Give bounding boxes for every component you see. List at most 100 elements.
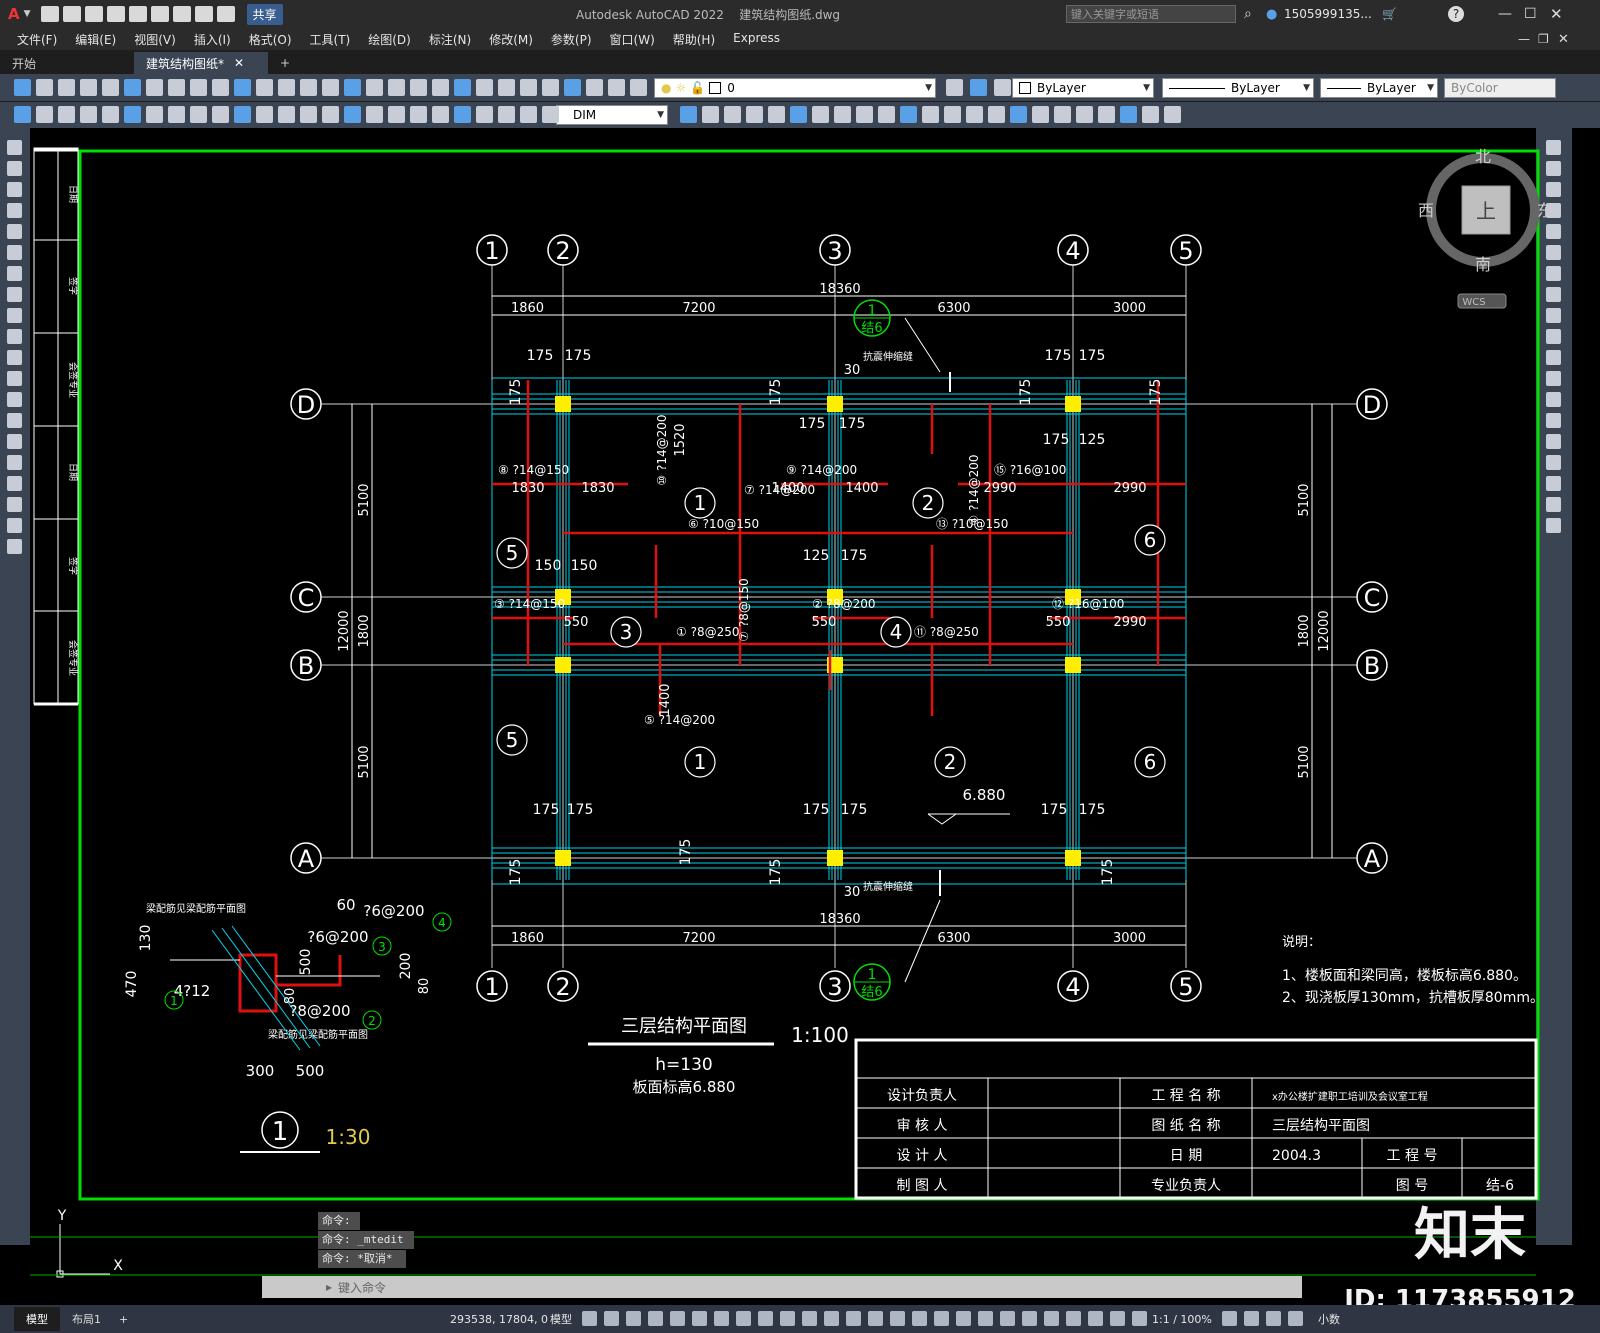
status-toggle-icon[interactable] bbox=[1044, 1311, 1059, 1326]
standard-tool-icon[interactable] bbox=[278, 79, 295, 96]
status-toggle-icon[interactable] bbox=[1022, 1311, 1037, 1326]
status-toggle-icon[interactable] bbox=[692, 1311, 707, 1326]
dimension-tool-icon[interactable] bbox=[278, 106, 295, 123]
status-toggle-icon[interactable] bbox=[1066, 1311, 1081, 1326]
standard-tool-icon[interactable] bbox=[36, 79, 53, 96]
plotstyle-combo[interactable]: ByColor bbox=[1444, 78, 1556, 98]
status-toggle-icon[interactable] bbox=[846, 1311, 861, 1326]
dimension-tool-icon[interactable] bbox=[878, 106, 895, 123]
menu-item-10[interactable]: 窗口(W) bbox=[610, 31, 655, 48]
model-space-toggle[interactable]: 模型 bbox=[550, 1311, 572, 1327]
dimension-tool-icon[interactable] bbox=[724, 106, 741, 123]
dimension-tool-icon[interactable] bbox=[190, 106, 207, 123]
doc-minimize-button[interactable]: — bbox=[1518, 32, 1530, 46]
standard-tool-icon[interactable] bbox=[300, 79, 317, 96]
dimension-tool-icon[interactable] bbox=[1098, 106, 1115, 123]
standard-tool-icon[interactable] bbox=[124, 79, 141, 96]
tab-start[interactable]: 开始 bbox=[0, 52, 134, 74]
dimension-tool-icon[interactable] bbox=[1054, 106, 1071, 123]
status-toggle-icon[interactable] bbox=[714, 1311, 729, 1326]
dimension-tool-icon[interactable] bbox=[146, 106, 163, 123]
dimension-tool-icon[interactable] bbox=[234, 106, 251, 123]
status-toggle-icon[interactable] bbox=[1222, 1311, 1237, 1326]
status-toggle-icon[interactable] bbox=[824, 1311, 839, 1326]
modify-tool-icon[interactable] bbox=[1546, 329, 1561, 344]
annotation-scale[interactable]: 1:1 / 100% bbox=[1152, 1313, 1212, 1326]
modify-tool-icon[interactable] bbox=[1546, 497, 1561, 512]
save-web-icon[interactable] bbox=[150, 6, 169, 22]
modify-tool-icon[interactable] bbox=[1546, 350, 1561, 365]
tab-close-icon[interactable]: ✕ bbox=[234, 56, 244, 70]
dimension-tool-icon[interactable] bbox=[366, 106, 383, 123]
dimension-tool-icon[interactable] bbox=[102, 106, 119, 123]
status-toggle-icon[interactable] bbox=[1110, 1311, 1125, 1326]
modify-tool-icon[interactable] bbox=[1546, 518, 1561, 533]
draw-tool-icon[interactable] bbox=[7, 224, 22, 239]
draw-tool-icon[interactable] bbox=[7, 539, 22, 554]
menu-item-4[interactable]: 格式(O) bbox=[249, 31, 292, 48]
status-toggle-icon[interactable] bbox=[626, 1311, 641, 1326]
dimension-tool-icon[interactable] bbox=[856, 106, 873, 123]
dimension-tool-icon[interactable] bbox=[900, 106, 917, 123]
status-toggle-icon[interactable] bbox=[802, 1311, 817, 1326]
status-toggle-icon[interactable] bbox=[890, 1311, 905, 1326]
status-toggle-icon[interactable] bbox=[582, 1311, 597, 1326]
menu-item-3[interactable]: 插入(I) bbox=[194, 31, 231, 48]
draw-tool-icon[interactable] bbox=[7, 413, 22, 428]
dimension-tool-icon[interactable] bbox=[388, 106, 405, 123]
status-toggle-icon[interactable] bbox=[758, 1311, 773, 1326]
draw-tool-icon[interactable] bbox=[7, 161, 22, 176]
standard-tool-icon[interactable] bbox=[168, 79, 185, 96]
status-toggle-icon[interactable] bbox=[912, 1311, 927, 1326]
dimension-tool-icon[interactable] bbox=[922, 106, 939, 123]
menu-item-12[interactable]: Express bbox=[733, 31, 780, 48]
modify-tool-icon[interactable] bbox=[1546, 182, 1561, 197]
modify-tool-icon[interactable] bbox=[1546, 413, 1561, 428]
draw-tool-icon[interactable] bbox=[7, 518, 22, 533]
maximize-button[interactable]: ☐ bbox=[1524, 6, 1537, 22]
dimension-tool-icon[interactable] bbox=[432, 106, 449, 123]
dimension-tool-icon[interactable] bbox=[498, 106, 515, 123]
app-menu-chevron-icon[interactable]: ▼ bbox=[24, 9, 31, 19]
status-toggle-icon[interactable] bbox=[956, 1311, 971, 1326]
standard-tool-icon[interactable] bbox=[212, 79, 229, 96]
standard-tool-icon[interactable] bbox=[80, 79, 97, 96]
status-toggle-icon[interactable] bbox=[1132, 1311, 1147, 1326]
dimension-tool-icon[interactable] bbox=[746, 106, 763, 123]
standard-tool-icon[interactable] bbox=[234, 79, 251, 96]
standard-tool-icon[interactable] bbox=[432, 79, 449, 96]
command-input[interactable]: ▸ 键入命令 bbox=[262, 1276, 1302, 1298]
dimension-tool-icon[interactable] bbox=[300, 106, 317, 123]
draw-tool-icon[interactable] bbox=[7, 329, 22, 344]
standard-tool-icon[interactable] bbox=[388, 79, 405, 96]
save-as-icon[interactable] bbox=[106, 6, 125, 22]
standard-tool-icon[interactable] bbox=[14, 79, 31, 96]
standard-tool-icon[interactable] bbox=[520, 79, 537, 96]
standard-tool-icon[interactable] bbox=[970, 79, 987, 96]
status-toggle-icon[interactable] bbox=[604, 1311, 619, 1326]
redo-icon[interactable] bbox=[216, 6, 235, 22]
dimension-tool-icon[interactable] bbox=[988, 106, 1005, 123]
status-toggle-icon[interactable] bbox=[1088, 1311, 1103, 1326]
cart-icon[interactable]: 🛒 bbox=[1382, 7, 1397, 21]
modify-tool-icon[interactable] bbox=[1546, 245, 1561, 260]
standard-tool-icon[interactable] bbox=[586, 79, 603, 96]
standard-tool-icon[interactable] bbox=[344, 79, 361, 96]
standard-tool-icon[interactable] bbox=[564, 79, 581, 96]
draw-tool-icon[interactable] bbox=[7, 203, 22, 218]
status-toggle-icon[interactable] bbox=[1266, 1311, 1281, 1326]
draw-tool-icon[interactable] bbox=[7, 308, 22, 323]
standard-tool-icon[interactable] bbox=[630, 79, 647, 96]
plot-icon[interactable] bbox=[172, 6, 191, 22]
autocad-logo-icon[interactable]: A bbox=[8, 5, 20, 23]
dimension-tool-icon[interactable] bbox=[168, 106, 185, 123]
modify-tool-icon[interactable] bbox=[1546, 476, 1561, 491]
dimension-tool-icon[interactable] bbox=[1032, 106, 1049, 123]
menu-item-11[interactable]: 帮助(H) bbox=[673, 31, 715, 48]
status-toggle-icon[interactable] bbox=[1244, 1311, 1259, 1326]
dimension-tool-icon[interactable] bbox=[124, 106, 141, 123]
dimension-tool-icon[interactable] bbox=[702, 106, 719, 123]
menu-item-6[interactable]: 绘图(D) bbox=[368, 31, 411, 48]
modify-tool-icon[interactable] bbox=[1546, 308, 1561, 323]
tab-drawing[interactable]: 建筑结构图纸* ✕ bbox=[134, 52, 268, 74]
